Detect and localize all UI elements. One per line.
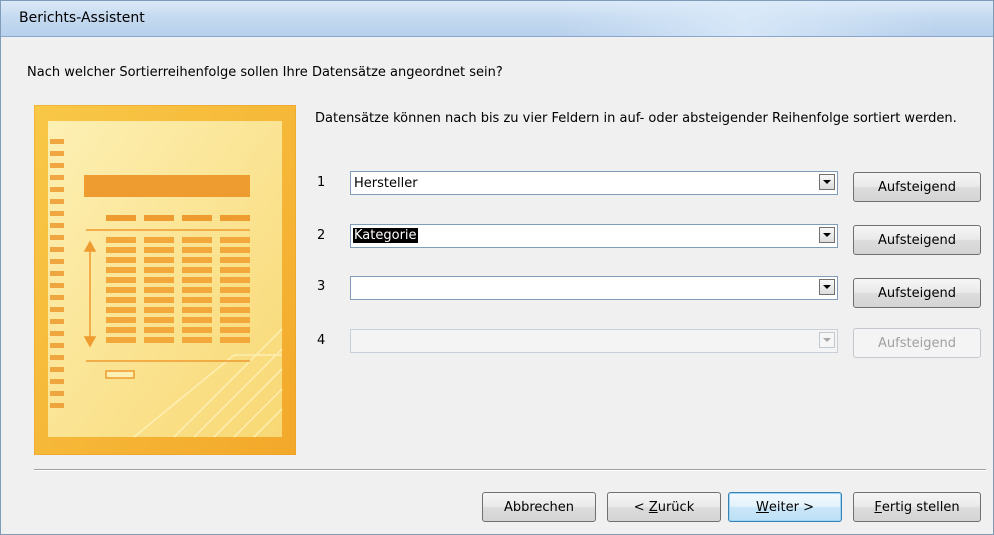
title-bar[interactable]: Berichts-Assistent: [1, 1, 993, 37]
sort-row-2-number: 2: [317, 228, 326, 243]
sort-order-4-button[interactable]: Aufsteigend: [853, 328, 981, 358]
sort-field-3-combo[interactable]: [350, 276, 838, 300]
sort-row-3-number: 3: [317, 279, 326, 294]
window-title: Berichts-Assistent: [19, 10, 145, 26]
sort-field-1-combo[interactable]: Hersteller: [350, 171, 838, 195]
finish-button-mnemonic: F: [874, 499, 882, 515]
sort-field-2-dropdown-button[interactable]: [819, 227, 835, 243]
back-button[interactable]: < Zurück: [607, 492, 721, 522]
title-bar-glow: [555, 1, 935, 36]
sort-order-1-button[interactable]: Aufsteigend: [853, 172, 981, 202]
wizard-description: Datensätze können nach bis zu vier Felde…: [315, 111, 957, 126]
chevron-down-icon: [823, 180, 831, 184]
finish-button-label-rest: ertig stellen: [881, 499, 960, 515]
sort-field-1-dropdown-button[interactable]: [819, 174, 835, 190]
next-button-mnemonic: W: [756, 499, 769, 515]
chevron-down-icon: [823, 285, 831, 289]
next-button-label-rest: eiter >: [768, 499, 814, 515]
sort-order-3-button[interactable]: Aufsteigend: [853, 278, 981, 308]
chevron-down-icon: [823, 338, 831, 342]
sort-order-2-button[interactable]: Aufsteigend: [853, 225, 981, 255]
sort-field-4-dropdown-button[interactable]: [819, 332, 835, 348]
sort-row-1-number: 1: [317, 175, 326, 190]
chevron-down-icon: [823, 233, 831, 237]
sort-row-4-number: 4: [317, 333, 326, 348]
wizard-window: Berichts-Assistent Nach welcher Sortierr…: [0, 0, 994, 535]
sort-field-1-value: Hersteller: [354, 176, 418, 191]
footer-separator: [34, 469, 986, 471]
back-button-mnemonic: Z: [648, 499, 658, 515]
sort-field-2-combo[interactable]: Kategorie: [350, 224, 838, 248]
back-button-prefix: <: [633, 499, 649, 515]
cancel-button[interactable]: Abbrechen: [482, 492, 596, 522]
report-sort-illustration: [33, 104, 297, 456]
back-button-label-rest: urück: [657, 499, 695, 515]
next-button[interactable]: Weiter >: [728, 492, 842, 522]
sort-field-2-value: Kategorie: [353, 228, 418, 243]
sort-field-3-dropdown-button[interactable]: [819, 279, 835, 295]
finish-button[interactable]: Fertig stellen: [853, 492, 981, 522]
wizard-question: Nach welcher Sortierreihenfolge sollen I…: [27, 65, 503, 80]
sort-field-4-combo[interactable]: [350, 329, 838, 353]
